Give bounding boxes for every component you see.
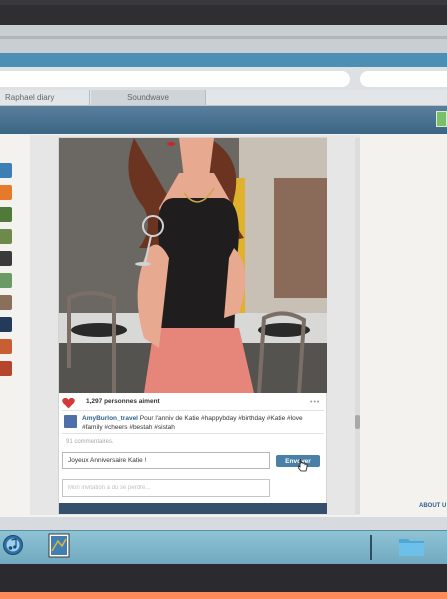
itunes-icon[interactable]: [3, 535, 23, 555]
sidebar-thumbnail[interactable]: [0, 163, 12, 178]
sidebar-thumbnail[interactable]: [0, 207, 12, 222]
sidebar-thumbnail[interactable]: [0, 339, 12, 354]
comment-input[interactable]: [62, 452, 270, 469]
likes-count: 1,297 personnes aiment: [86, 398, 160, 405]
sidebar-thumbnail[interactable]: [0, 273, 12, 288]
bookmark-raphael-diary[interactable]: Raphael diary: [0, 90, 90, 105]
heart-icon[interactable]: [62, 396, 75, 409]
sidebar-thumbnail[interactable]: [0, 251, 12, 266]
more-options-icon[interactable]: •••: [310, 399, 320, 406]
sidebar-thumbnail[interactable]: [0, 295, 12, 310]
window-title-bar: [0, 5, 447, 25]
dock-divider: [370, 535, 372, 560]
bottom-frame: [0, 564, 447, 592]
window-bottom-edge: [0, 517, 447, 530]
tab-strip: [0, 53, 447, 67]
caption-username[interactable]: AmyBurlon_travel: [82, 415, 138, 422]
sidebar-thumbnail[interactable]: [0, 185, 12, 200]
woman-wine-illustration: [59, 138, 327, 393]
preview-icon[interactable]: [48, 533, 70, 558]
invite-input[interactable]: [62, 479, 270, 497]
address-bar[interactable]: [0, 71, 350, 87]
post-caption: AmyBurlon_travel Pour l'anniv de Katie #…: [82, 414, 324, 432]
hand-cursor-icon: [297, 459, 308, 472]
site-header: [0, 106, 447, 134]
avatar[interactable]: [64, 415, 77, 428]
comments-count[interactable]: 91 commentaires.: [66, 439, 114, 445]
bottom-accent: [0, 592, 447, 599]
bookmarks-bar: Raphael diary Soundwave: [0, 90, 447, 106]
sidebar-thumbnail[interactable]: [0, 229, 12, 244]
sidebar-thumbnail[interactable]: [0, 361, 12, 376]
about-link[interactable]: ABOUT U: [419, 503, 446, 509]
post-scroll-thumb[interactable]: [355, 415, 360, 429]
toolbar-divider: [0, 36, 447, 39]
bookmark-icon[interactable]: [436, 111, 447, 127]
folder-icon[interactable]: [398, 535, 425, 557]
divider: [62, 433, 324, 434]
bookmark-soundwave[interactable]: Soundwave: [91, 90, 206, 105]
browser-toolbar: [0, 25, 447, 53]
card-footer: [59, 503, 327, 514]
post-scroll-track[interactable]: [355, 138, 360, 514]
post-photo[interactable]: [59, 138, 327, 393]
divider: [62, 410, 324, 411]
search-bar[interactable]: [360, 71, 447, 87]
sidebar-thumbnail[interactable]: [0, 317, 12, 332]
